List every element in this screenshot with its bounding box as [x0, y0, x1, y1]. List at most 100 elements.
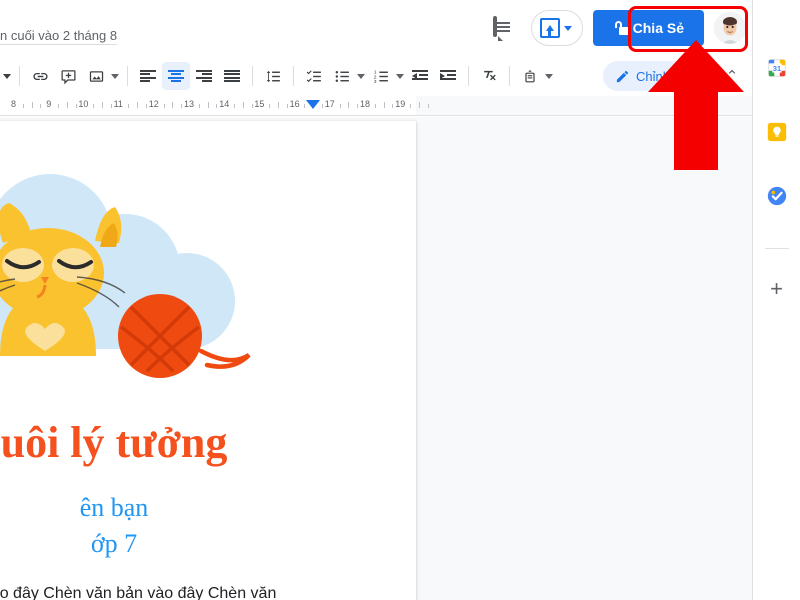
editing-mode-label: Chỉnh sửa	[635, 68, 696, 84]
ruler-tick-label: 10	[78, 99, 89, 109]
ruler-tick	[322, 104, 323, 108]
ruler-tick-label: 15	[254, 99, 265, 109]
input-tools-button[interactable]	[516, 62, 544, 90]
ruler-tick	[374, 104, 376, 108]
increase-indent-button[interactable]	[434, 62, 462, 90]
align-left-button[interactable]	[134, 62, 162, 90]
sidebar-item-calendar[interactable]: 31	[765, 56, 789, 80]
ruler-tick	[31, 102, 33, 108]
document-page[interactable]: uôi lý tưởng ên bạn ớp 7 bản vào đây Chè…	[0, 121, 416, 600]
numbered-list-button[interactable]: 1 2 3	[367, 62, 395, 90]
align-right-icon	[196, 70, 212, 82]
clear-formatting-icon	[483, 70, 496, 80]
ruler-tick	[242, 102, 244, 108]
toolbar-divider	[127, 66, 128, 86]
formatting-toolbar: 1 2 3 Chỉnh sửa ⌃	[0, 56, 752, 96]
bulleted-list-button[interactable]	[328, 62, 356, 90]
line-spacing-icon	[266, 70, 280, 82]
document-title-heading[interactable]: uôi lý tưởng	[0, 417, 414, 468]
avatar[interactable]	[714, 12, 746, 44]
sidebar-add-addon-button[interactable]: +	[765, 277, 789, 301]
ruler-tick	[216, 104, 218, 108]
ruler-tick	[286, 104, 288, 108]
ruler-tick	[234, 104, 235, 108]
add-comment-icon	[60, 69, 76, 84]
chevron-down-icon[interactable]	[563, 25, 572, 31]
svg-text:31: 31	[772, 64, 780, 73]
document-body-text[interactable]: bản vào đây Chèn văn bản vào đây Chèn vă…	[0, 583, 414, 600]
numbered-list-caret-icon[interactable]	[396, 73, 404, 79]
ruler[interactable]: 8 9 10 11 12 13 14 15 16 17 18 19	[0, 96, 752, 116]
sidebar-divider	[764, 248, 789, 249]
ruler-tick-label: 17	[324, 99, 335, 109]
bulleted-list-icon	[335, 70, 349, 82]
ruler-tick	[427, 104, 429, 108]
ruler-tick	[66, 102, 68, 108]
last-edit-status: n cuối vào 2 tháng 8	[0, 28, 118, 45]
pencil-icon	[616, 70, 629, 82]
add-comment-button[interactable]	[54, 62, 82, 90]
share-button-label: Chia Sẻ	[632, 20, 684, 36]
checklist-button[interactable]	[300, 62, 328, 90]
line-spacing-button[interactable]	[259, 62, 287, 90]
header-actions: Chia Sẻ	[487, 0, 752, 56]
align-justify-icon	[224, 70, 240, 82]
upload-icon	[539, 18, 560, 38]
publish-upload-button[interactable]	[530, 10, 583, 46]
ruler-tick-label: 13	[184, 99, 195, 109]
google-tasks-icon	[767, 186, 786, 206]
ruler-tick	[418, 102, 420, 108]
clear-formatting-button[interactable]	[475, 62, 503, 90]
input-tools-caret-icon[interactable]	[545, 73, 553, 79]
ruler-tick	[207, 102, 209, 108]
ruler-tick	[172, 102, 174, 108]
align-center-button[interactable]	[162, 62, 190, 90]
insert-image-icon	[89, 70, 103, 82]
bulleted-list-caret-icon[interactable]	[357, 73, 365, 79]
align-center-icon	[168, 70, 184, 82]
text-color-caret-icon[interactable]	[3, 73, 11, 79]
document-canvas[interactable]: uôi lý tưởng ên bạn ớp 7 bản vào đây Chè…	[0, 117, 752, 600]
ruler-tick	[181, 104, 183, 108]
sidebar-item-keep[interactable]	[765, 120, 789, 144]
collapse-toolbar-button[interactable]: ⌃	[718, 62, 746, 90]
decrease-indent-button[interactable]	[406, 62, 434, 90]
ruler-tick	[40, 104, 42, 108]
user-avatar-image	[714, 12, 746, 44]
align-justify-button[interactable]	[218, 62, 246, 90]
ruler-tick	[102, 102, 103, 108]
svg-text:3: 3	[373, 78, 376, 84]
ruler-tick	[58, 104, 59, 108]
document-subtitle-author[interactable]: ên bạn	[0, 493, 414, 523]
ruler-tick	[22, 104, 24, 108]
toolbar-divider	[293, 66, 294, 86]
ruler-tick	[339, 104, 341, 108]
document-subtitle-class[interactable]: ớp 7	[0, 529, 414, 559]
toolbar-divider	[509, 66, 510, 86]
comment-history-button[interactable]	[487, 11, 521, 45]
share-button[interactable]: Chia Sẻ	[592, 10, 704, 46]
ruler-tick-label: 11	[113, 99, 123, 109]
ruler-tick-label: 18	[360, 99, 371, 109]
insert-link-button[interactable]	[26, 62, 54, 90]
chevron-up-icon: ⌃	[725, 68, 739, 85]
sidebar-item-tasks[interactable]	[765, 184, 789, 208]
image-options-caret-icon[interactable]	[111, 73, 119, 79]
right-indent-marker[interactable]	[306, 100, 321, 109]
ruler-tick-label: 12	[148, 99, 159, 109]
ruler-tick-label: 19	[395, 99, 406, 109]
increase-indent-icon	[440, 70, 456, 82]
checklist-icon	[306, 70, 321, 82]
ruler-tick	[75, 104, 77, 108]
side-panel: 31 +	[752, 0, 800, 600]
cat-with-yarn-illustration	[0, 174, 251, 378]
google-calendar-icon: 31	[767, 59, 786, 77]
insert-image-button[interactable]	[82, 62, 110, 90]
toolbar-divider	[252, 66, 253, 86]
editing-mode-button[interactable]: Chỉnh sửa	[602, 61, 708, 91]
ruler-tick	[392, 104, 394, 108]
align-right-button[interactable]	[190, 62, 218, 90]
plus-icon: +	[770, 276, 783, 301]
input-tools-icon	[525, 69, 535, 82]
numbered-list-icon: 1 2 3	[373, 69, 388, 84]
